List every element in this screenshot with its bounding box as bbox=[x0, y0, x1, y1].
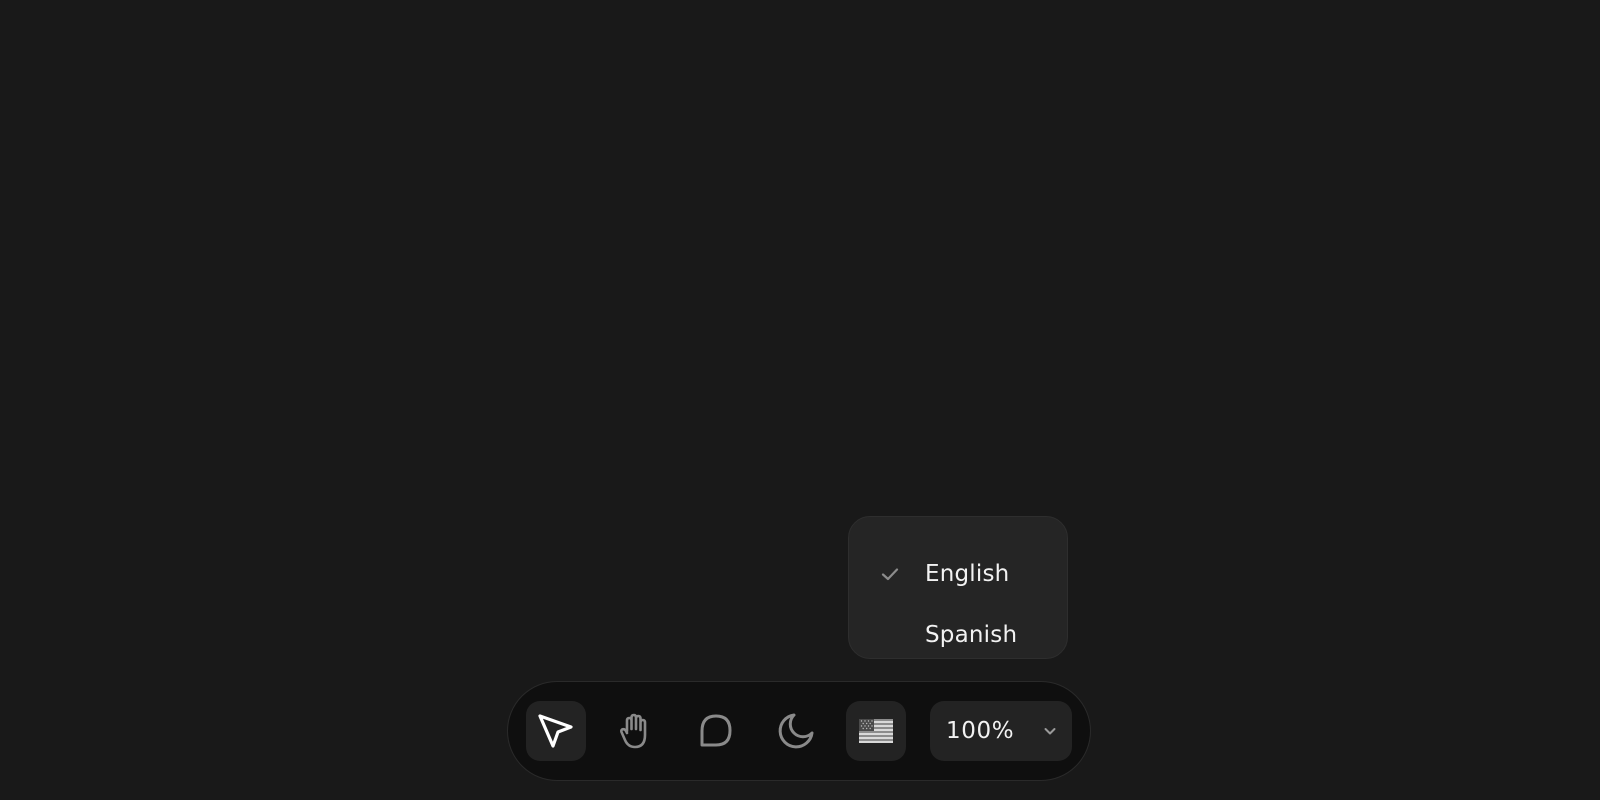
comment-tool-button[interactable] bbox=[686, 701, 746, 761]
zoom-value: 100% bbox=[946, 718, 1015, 744]
zoom-selector[interactable]: 100% bbox=[930, 701, 1072, 761]
bottom-toolbar: 100% bbox=[507, 681, 1091, 781]
canvas-area[interactable]: English Spanish 100% bbox=[0, 0, 1600, 800]
pointer-tool-button[interactable] bbox=[526, 701, 586, 761]
language-option-spanish[interactable]: Spanish bbox=[849, 615, 1067, 655]
hand-icon bbox=[620, 713, 647, 749]
speech-bubble-icon bbox=[700, 714, 732, 747]
language-menu: English Spanish bbox=[848, 516, 1068, 659]
cursor-arrow-icon bbox=[538, 714, 573, 748]
language-option-label: English bbox=[925, 561, 1010, 587]
language-option-english[interactable]: English bbox=[849, 554, 1067, 594]
checkmark-icon bbox=[881, 568, 899, 581]
theme-toggle-button[interactable] bbox=[766, 701, 826, 761]
language-button[interactable] bbox=[846, 701, 906, 761]
hand-tool-button[interactable] bbox=[606, 701, 666, 761]
chevron-down-icon bbox=[1044, 728, 1056, 735]
moon-icon bbox=[778, 713, 814, 749]
us-flag-icon bbox=[859, 719, 893, 743]
language-option-label: Spanish bbox=[925, 622, 1018, 648]
